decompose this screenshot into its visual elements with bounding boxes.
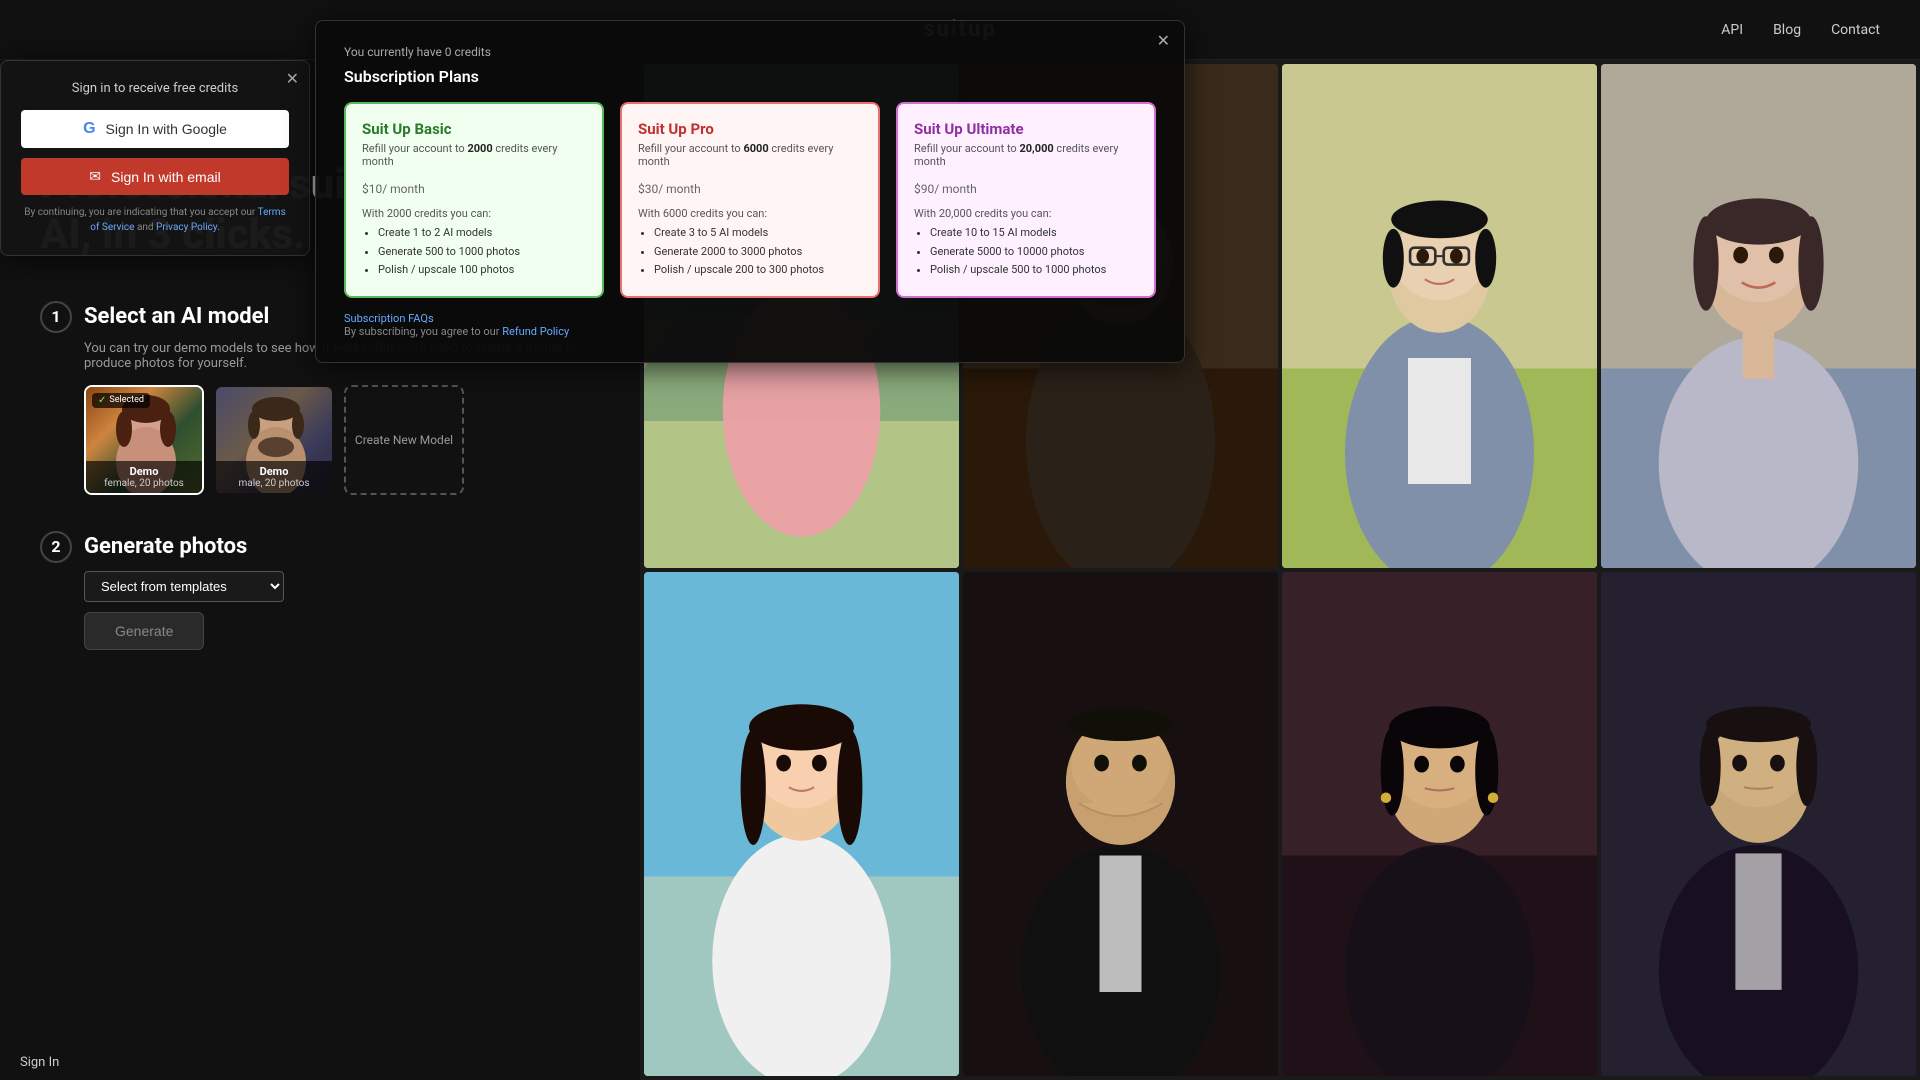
subscription-footer: Subscription FAQs By subscribing, you ag… xyxy=(344,312,1156,338)
step-2: 2 Generate photos Select from templates … xyxy=(40,531,600,650)
generate-button[interactable]: Generate xyxy=(84,612,204,650)
plan-basic-features-title: With 2000 credits you can: xyxy=(362,207,586,220)
plan-pro-desc: Refill your account to 6000 credits ever… xyxy=(638,142,862,168)
plan-ultimate-price: $90/ month xyxy=(914,174,1138,199)
selected-badge: ✓ Selected xyxy=(92,393,150,408)
subscription-close-button[interactable]: ✕ xyxy=(1157,31,1170,50)
template-dropdown[interactable]: Select from templates Business Professio… xyxy=(84,571,284,602)
signin-bottom-label: Sign In xyxy=(20,1055,59,1070)
plan-ultimate-features-title: With 20,000 credits you can: xyxy=(914,207,1138,220)
email-icon: ✉ xyxy=(89,168,101,185)
photo-5-image xyxy=(644,572,959,1076)
nav-contact[interactable]: Contact xyxy=(1831,22,1880,38)
photo-4-image xyxy=(1601,64,1916,568)
subscription-faq-link[interactable]: Subscription FAQs xyxy=(344,312,434,325)
nav-api[interactable]: API xyxy=(1721,22,1743,38)
plan-basic-feature-3: Polish / upscale 100 photos xyxy=(378,261,586,280)
signin-panel: ✕ Sign in to receive free credits G Sign… xyxy=(0,60,310,256)
create-new-model-button[interactable]: Create New Model xyxy=(344,385,464,495)
google-signin-label: Sign In with Google xyxy=(106,121,227,137)
plan-ultimate-name: Suit Up Ultimate xyxy=(914,120,1138,138)
plan-ultimate-features: Create 10 to 15 AI models Generate 5000 … xyxy=(914,224,1138,280)
nav-blog[interactable]: Blog xyxy=(1773,22,1801,38)
subscription-title: Subscription Plans xyxy=(344,67,1156,86)
plan-basic[interactable]: Suit Up Basic Refill your account to 200… xyxy=(344,102,604,298)
photo-7-image xyxy=(1282,572,1597,1076)
model-card-female-name: Demo xyxy=(92,465,196,478)
subscription-plans: Suit Up Basic Refill your account to 200… xyxy=(344,102,1156,298)
signin-bottom[interactable]: Sign In xyxy=(0,1045,79,1080)
step-2-title: Generate photos xyxy=(84,534,247,559)
model-card-demo-male[interactable]: Demo male, 20 photos xyxy=(214,385,334,495)
plan-pro-name: Suit Up Pro xyxy=(638,120,862,138)
photo-3 xyxy=(1282,64,1597,568)
model-card-demo-female[interactable]: ✓ Selected Demo female, 20 photos xyxy=(84,385,204,495)
plan-basic-name: Suit Up Basic xyxy=(362,120,586,138)
plan-pro-feature-2: Generate 2000 to 3000 photos xyxy=(654,243,862,262)
privacy-policy-link[interactable]: Privacy Policy xyxy=(156,222,217,233)
signin-disclaimer: By continuing, you are indicating that y… xyxy=(21,205,289,235)
plan-basic-feature-1: Create 1 to 2 AI models xyxy=(378,224,586,243)
plan-ultimate-feature-2: Generate 5000 to 10000 photos xyxy=(930,243,1138,262)
plan-pro-feature-1: Create 3 to 5 AI models xyxy=(654,224,862,243)
create-new-label: Create New Model xyxy=(355,433,453,447)
plan-pro-features: Create 3 to 5 AI models Generate 2000 to… xyxy=(638,224,862,280)
step-2-number: 2 xyxy=(40,531,72,563)
step-1-number: 1 xyxy=(40,301,72,333)
model-cards: ✓ Selected Demo female, 20 photos xyxy=(40,385,600,495)
step-1-title: Select an AI model xyxy=(84,304,269,329)
plan-pro-features-title: With 6000 credits you can: xyxy=(638,207,862,220)
plan-pro-feature-3: Polish / upscale 200 to 300 photos xyxy=(654,261,862,280)
refund-policy-link[interactable]: Refund Policy xyxy=(502,325,569,338)
signin-title: Sign in to receive free credits xyxy=(21,81,289,96)
plan-basic-features: Create 1 to 2 AI models Generate 500 to … xyxy=(362,224,586,280)
model-card-female-label: Demo female, 20 photos xyxy=(86,461,202,493)
photo-6-image xyxy=(963,572,1278,1076)
plan-basic-price: $10/ month xyxy=(362,174,586,199)
photo-8 xyxy=(1601,572,1916,1076)
plan-pro[interactable]: Suit Up Pro Refill your account to 6000 … xyxy=(620,102,880,298)
photo-6 xyxy=(963,572,1278,1076)
google-signin-button[interactable]: G Sign In with Google xyxy=(21,110,289,148)
model-card-male-name: Demo xyxy=(222,465,326,478)
navbar-links: API Blog Contact xyxy=(1721,22,1880,38)
google-icon: G xyxy=(83,120,95,138)
photo-4 xyxy=(1601,64,1916,568)
email-signin-button[interactable]: ✉ Sign In with email xyxy=(21,158,289,195)
plan-ultimate-feature-1: Create 10 to 15 AI models xyxy=(930,224,1138,243)
subscription-panel: ✕ You currently have 0 credits Subscript… xyxy=(315,20,1185,363)
template-select-container: Select from templates Business Professio… xyxy=(40,571,600,602)
photo-3-image xyxy=(1282,64,1597,568)
model-card-male-label: Demo male, 20 photos xyxy=(216,461,332,493)
photo-7 xyxy=(1282,572,1597,1076)
plan-pro-price: $30/ month xyxy=(638,174,862,199)
plan-basic-feature-2: Generate 500 to 1000 photos xyxy=(378,243,586,262)
step-2-header: 2 Generate photos xyxy=(40,531,600,563)
photo-8-image xyxy=(1601,572,1916,1076)
subscription-notice: You currently have 0 credits xyxy=(344,45,1156,59)
model-card-female-sub: female, 20 photos xyxy=(92,478,196,489)
plan-ultimate[interactable]: Suit Up Ultimate Refill your account to … xyxy=(896,102,1156,298)
signin-close-button[interactable]: ✕ xyxy=(286,69,299,88)
model-card-male-sub: male, 20 photos xyxy=(222,478,326,489)
plan-basic-desc: Refill your account to 2000 credits ever… xyxy=(362,142,586,168)
email-signin-label: Sign In with email xyxy=(111,169,221,185)
plan-ultimate-feature-3: Polish / upscale 500 to 1000 photos xyxy=(930,261,1138,280)
photo-5 xyxy=(644,572,959,1076)
plan-ultimate-desc: Refill your account to 20,000 credits ev… xyxy=(914,142,1138,168)
